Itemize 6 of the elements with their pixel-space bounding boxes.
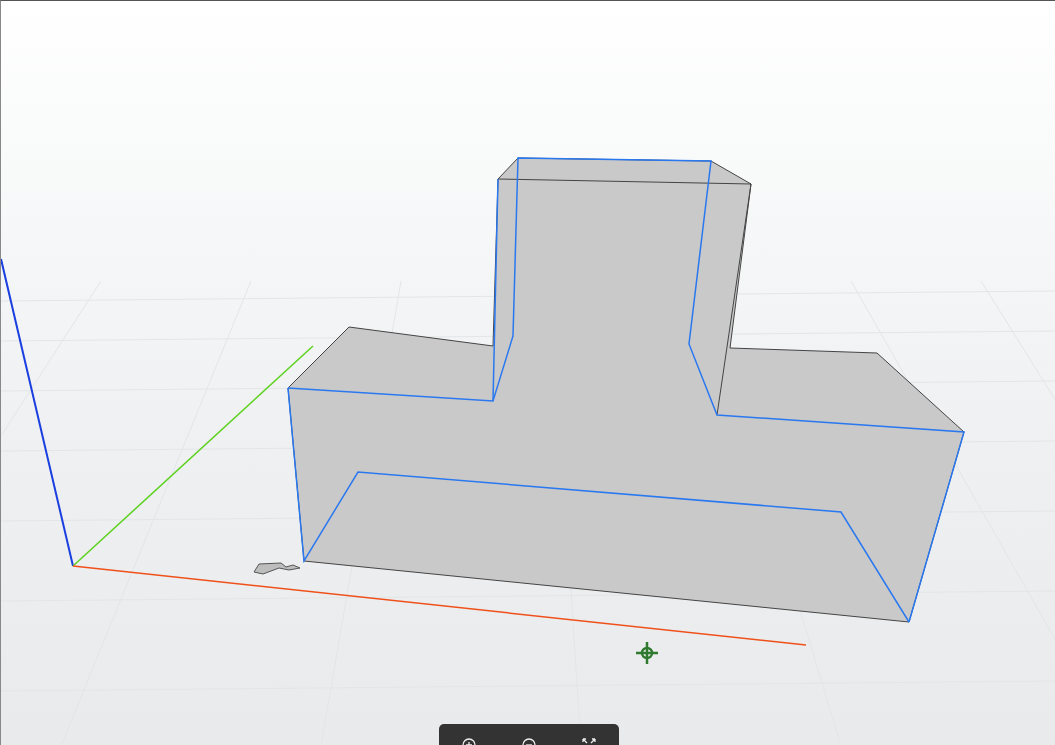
zoom-out-icon[interactable] (521, 737, 537, 745)
fullscreen-icon[interactable] (581, 737, 597, 745)
zoom-in-icon[interactable] (461, 737, 477, 745)
3d-model-drawing[interactable] (287, 157, 965, 623)
move-gizmo-icon[interactable] (634, 640, 660, 666)
shadow-shape (253, 562, 301, 575)
